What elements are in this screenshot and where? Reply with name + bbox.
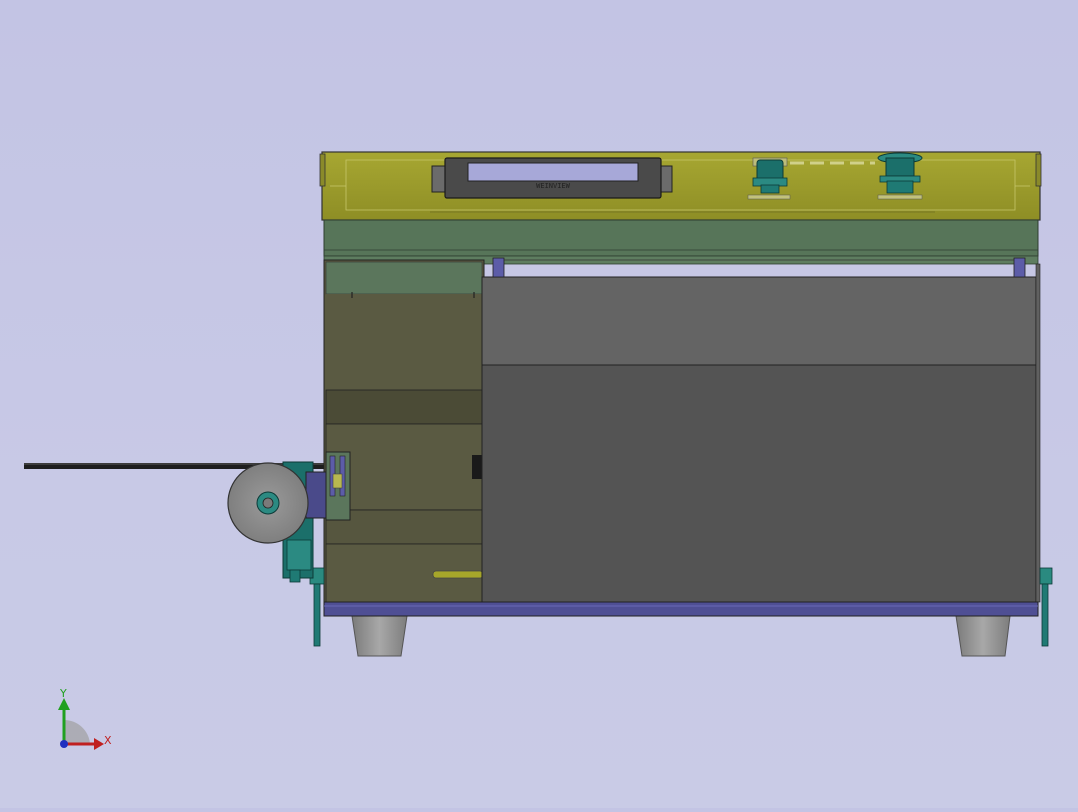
frame-band	[323, 219, 1039, 265]
z-axis-origin-icon	[60, 740, 68, 748]
hmi-display[interactable]: WEINVIEW	[431, 157, 673, 199]
control-panel: WEINVIEW	[319, 151, 1042, 221]
cad-viewport[interactable]: WEINVIEW Y X	[0, 0, 1078, 808]
machine-legs	[351, 615, 1011, 657]
triad-y-label: Y	[59, 687, 67, 700]
triad-plane-icon	[64, 719, 90, 744]
hmi-brand-text: WEINVIEW	[536, 182, 571, 190]
triad-x-label: X	[104, 734, 112, 747]
base-rail	[323, 601, 1039, 617]
coordinate-triad: Y X	[58, 687, 112, 750]
right-panels	[481, 257, 1041, 603]
left-compartment	[323, 259, 485, 603]
cad-canvas[interactable]: WEINVIEW Y X	[0, 0, 1078, 808]
